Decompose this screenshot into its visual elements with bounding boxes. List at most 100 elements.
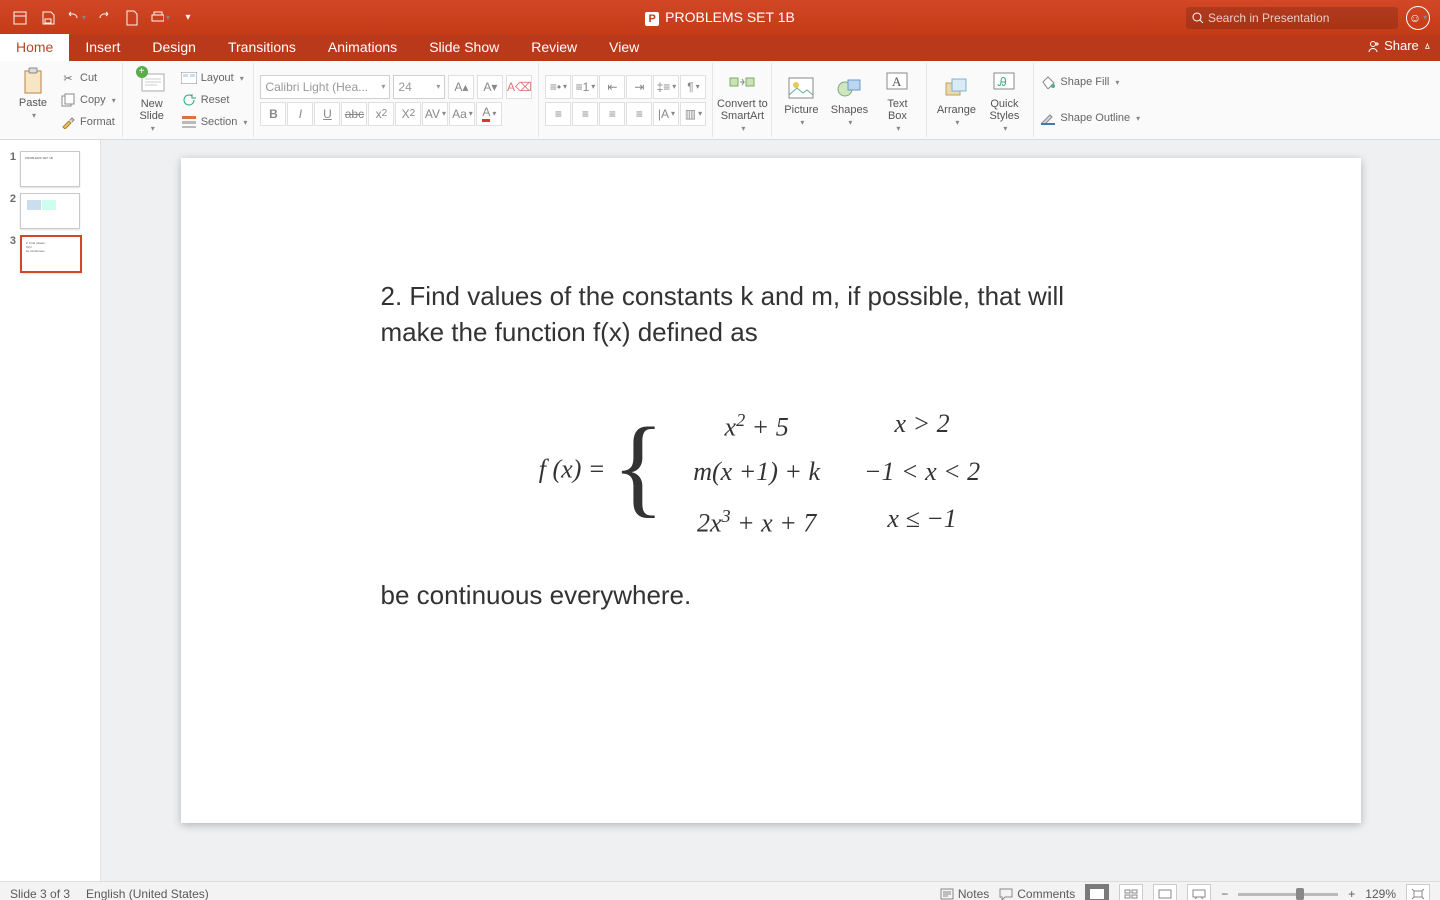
convert-smartart-button[interactable]: Convert to SmartArt (719, 68, 765, 133)
tab-insert[interactable]: Insert (69, 34, 136, 61)
group-clipboard: Paste ✂Cut Copy Format (4, 63, 123, 137)
convert-label: Convert to SmartArt (717, 98, 768, 122)
notes-button[interactable]: Notes (940, 887, 989, 900)
sorter-view-button[interactable] (1119, 884, 1143, 900)
slide-canvas[interactable]: 2. Find values of the constants k and m,… (101, 140, 1440, 881)
section-button[interactable]: Section (181, 111, 248, 133)
thumb-3[interactable]: 32. Find values...f(x)=be continuous (0, 232, 100, 276)
textbox-icon: A (883, 68, 911, 96)
bucket-icon (1040, 74, 1056, 90)
new-slide-button[interactable]: + New Slide (129, 67, 175, 133)
indent-icon: ⇥ (634, 80, 644, 94)
new-slide-label: New Slide (139, 98, 163, 122)
format-painter-button[interactable]: Format (60, 111, 116, 133)
underline-button[interactable]: U (314, 102, 340, 126)
print-icon[interactable] (150, 8, 170, 28)
fx-label: f (x) = (539, 455, 606, 484)
align-center-button[interactable]: ≡ (572, 102, 598, 126)
save-icon[interactable] (38, 8, 58, 28)
slideshow-view-button[interactable] (1187, 884, 1211, 900)
copy-button[interactable]: Copy (60, 89, 116, 111)
reading-view-button[interactable] (1153, 884, 1177, 900)
justify-button[interactable]: ≡ (626, 102, 652, 126)
line-spacing-button[interactable]: ‡≡ (653, 75, 679, 99)
arrange-button[interactable]: Arrange (933, 65, 979, 135)
align-text-button[interactable]: |A (653, 102, 679, 126)
shape-fill-button[interactable]: Shape Fill (1040, 71, 1140, 93)
document-title: PROBLEMS SET 1B (665, 9, 795, 25)
new-slide-icon: + (138, 68, 166, 96)
group-insert: Picture Shapes AText Box (772, 63, 927, 137)
left-brace-icon: { (612, 405, 665, 527)
subscript-button[interactable]: X2 (395, 102, 421, 126)
change-case-button[interactable]: Aa (449, 102, 475, 126)
indent-button[interactable]: ⇥ (626, 75, 652, 99)
strike-button[interactable]: abc (341, 102, 367, 126)
arrange-icon (942, 74, 970, 102)
group-paragraph: ≡• ≡1 ⇤ ⇥ ‡≡ ¶ ≡ ≡ ≡ ≡ |A ▥ (539, 63, 713, 137)
tab-home[interactable]: Home (0, 34, 69, 61)
language-indicator[interactable]: English (United States) (86, 887, 209, 900)
redo-icon[interactable] (94, 8, 114, 28)
tab-design[interactable]: Design (136, 34, 212, 61)
problem-line-2: make the function f(x) defined as (381, 314, 1161, 350)
notes-icon (940, 888, 954, 900)
new-file-icon[interactable] (122, 8, 142, 28)
zoom-out-button[interactable]: − (1221, 887, 1228, 900)
feedback-icon[interactable]: ☺ (1406, 6, 1430, 30)
comments-button[interactable]: Comments (999, 887, 1075, 900)
zoom-slider[interactable] (1238, 893, 1338, 896)
bullets-button[interactable]: ≡• (545, 75, 571, 99)
slide[interactable]: 2. Find values of the constants k and m,… (181, 158, 1361, 823)
thumb-1[interactable]: 1PROBLEMS SET 1B (0, 148, 100, 190)
superscript-button[interactable]: x2 (368, 102, 394, 126)
pen-icon (1040, 110, 1056, 126)
fit-view-button[interactable] (1406, 884, 1430, 900)
char-spacing-button[interactable]: AV (422, 102, 448, 126)
bold-button[interactable]: B (260, 102, 286, 126)
zoom-in-button[interactable]: + (1348, 887, 1355, 900)
grow-font-button[interactable]: A▴ (448, 75, 474, 99)
outdent-button[interactable]: ⇤ (599, 75, 625, 99)
clear-format-button[interactable]: A⌫ (506, 75, 532, 99)
shapes-button[interactable]: Shapes (826, 65, 872, 135)
piecewise-table: x2 + 5x > 2 m(x +1) + k−1 < x < 2 2x3 + … (671, 398, 1002, 545)
paste-label: Paste (19, 97, 47, 109)
qat-overflow-icon[interactable]: ▾ (178, 8, 198, 28)
tab-animations[interactable]: Animations (312, 34, 413, 61)
chevron-up-icon: ㅿ (1423, 38, 1432, 53)
align-left-button[interactable]: ≡ (545, 102, 571, 126)
reset-button[interactable]: Reset (181, 89, 248, 111)
columns-button[interactable]: ▥ (680, 102, 706, 126)
normal-view-button[interactable] (1085, 884, 1109, 900)
shrink-font-button[interactable]: A▾ (477, 75, 503, 99)
font-name-combo[interactable]: Calibri Light (Hea...▾ (260, 75, 390, 99)
font-size-combo[interactable]: 24▾ (393, 75, 445, 99)
paste-button[interactable]: Paste (10, 67, 56, 120)
tab-transitions[interactable]: Transitions (212, 34, 312, 61)
window-icon[interactable] (10, 8, 30, 28)
shapes-icon (835, 74, 863, 102)
slide-indicator: Slide 3 of 3 (10, 887, 70, 900)
tab-review[interactable]: Review (515, 34, 593, 61)
cut-button[interactable]: ✂Cut (60, 67, 116, 89)
problem-line-3: be continuous everywhere. (381, 577, 1161, 613)
search-icon (1192, 12, 1204, 24)
italic-button[interactable]: I (287, 102, 313, 126)
zoom-level[interactable]: 129% (1365, 887, 1396, 900)
align-right-button[interactable]: ≡ (599, 102, 625, 126)
textbox-button[interactable]: AText Box (874, 65, 920, 135)
picture-button[interactable]: Picture (778, 65, 824, 135)
share-button[interactable]: Share ㅿ (1366, 38, 1432, 53)
text-direction-button[interactable]: ¶ (680, 75, 706, 99)
tab-slideshow[interactable]: Slide Show (413, 34, 515, 61)
numbering-button[interactable]: ≡1 (572, 75, 598, 99)
shape-outline-button[interactable]: Shape Outline (1040, 107, 1140, 129)
undo-icon[interactable] (66, 8, 86, 28)
layout-button[interactable]: Layout (181, 67, 248, 89)
tab-view[interactable]: View (593, 34, 655, 61)
quick-styles-button[interactable]: ᎯQuick Styles (981, 65, 1027, 135)
thumb-2[interactable]: 2 (0, 190, 100, 232)
search-input[interactable]: Search in Presentation (1186, 7, 1398, 29)
font-color-button[interactable]: A (476, 102, 502, 126)
